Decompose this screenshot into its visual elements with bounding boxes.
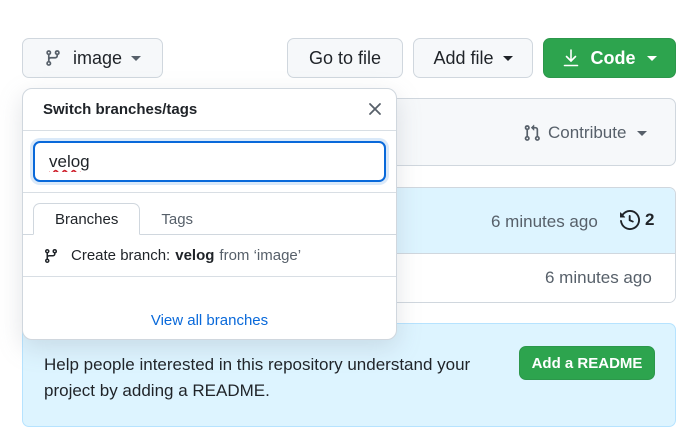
branch-select-button[interactable]: image	[22, 38, 163, 78]
add-file-label: Add file	[433, 47, 494, 68]
code-label: Code	[590, 47, 636, 68]
readme-message: Help people interested in this repositor…	[44, 355, 471, 400]
history-icon	[620, 210, 640, 230]
git-branch-icon	[43, 247, 59, 265]
tab-branches[interactable]: Branches	[33, 203, 141, 235]
create-branch-name: velog	[175, 247, 215, 264]
download-icon	[563, 49, 579, 67]
close-icon[interactable]	[368, 100, 382, 120]
chevron-down-icon	[502, 55, 513, 61]
branch-name: image	[72, 47, 123, 68]
chevron-down-icon	[131, 55, 142, 61]
add-file-button[interactable]: Add file	[413, 38, 533, 78]
filter-section	[23, 131, 396, 193]
dropdown-tabs: Branches Tags	[23, 193, 396, 235]
create-branch-source: from ‘image’	[219, 247, 302, 264]
file-row-time: 6 minutes ago	[545, 268, 652, 287]
add-readme-button[interactable]: Add a README	[519, 346, 655, 380]
dropdown-header: Switch branches/tags	[23, 89, 396, 131]
chevron-down-icon	[646, 55, 657, 61]
history-count: 2	[645, 210, 655, 229]
git-branch-icon	[44, 48, 62, 68]
tab-tags[interactable]: Tags	[140, 203, 214, 235]
view-all-branches-link[interactable]: View all branches	[151, 312, 268, 329]
code-button[interactable]: Code	[543, 38, 676, 78]
create-branch-prefix: Create branch:	[71, 247, 171, 264]
contribute-label: Contribute	[548, 123, 627, 142]
contribute-button[interactable]: Contribute	[523, 123, 648, 143]
git-pull-request-icon	[523, 123, 541, 143]
commit-time: 6 minutes ago	[491, 212, 598, 231]
chevron-down-icon	[637, 130, 648, 136]
branch-switcher-dropdown: Switch branches/tags Branches Tags Creat…	[22, 88, 397, 340]
create-branch-item[interactable]: Create branch: velog from ‘image’	[23, 235, 396, 277]
branch-filter-input[interactable]	[33, 141, 386, 182]
go-to-file-button[interactable]: Go to file	[287, 38, 403, 78]
dropdown-title: Switch branches/tags	[43, 101, 198, 118]
dropdown-footer: View all branches	[23, 277, 396, 339]
history-link[interactable]: 2	[620, 210, 654, 230]
